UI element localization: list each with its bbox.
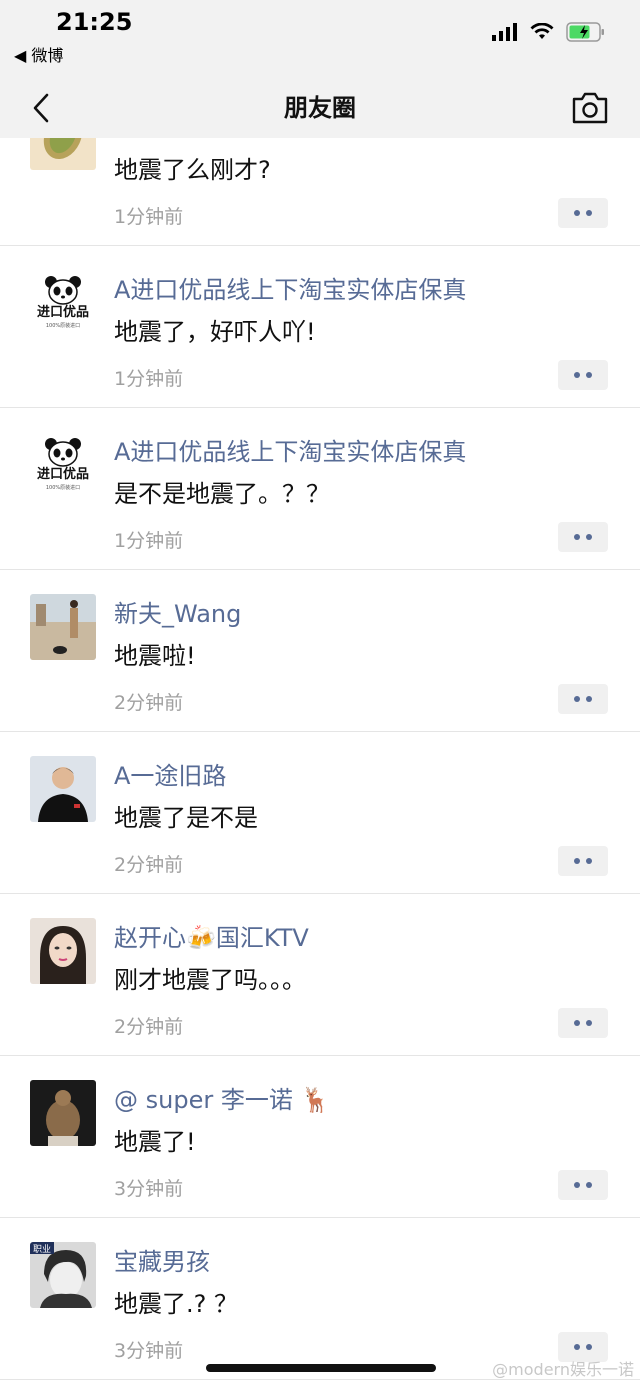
avatar[interactable] [30, 1080, 96, 1146]
watermark: @modern娱乐一诺 [492, 1360, 634, 1379]
moment-item: 进口优品 100%原装进口 A进口优品线上下淘宝实体店保真 是不是地震了。？？ … [0, 408, 640, 570]
moment-item: 进口优品 100%原装进口 A进口优品线上下淘宝实体店保真 地震了，好吓人吖! … [0, 246, 640, 408]
moment-text: 地震了.? ？ [114, 1290, 238, 1318]
dot-icon [574, 372, 580, 378]
moment-nickname[interactable]: 宝藏男孩 [114, 1242, 210, 1277]
more-button[interactable] [558, 198, 608, 228]
status-bar: 21:25 ◀ 微博 [0, 0, 640, 80]
moment-text: 地震了么刚才? [114, 156, 271, 184]
avatar[interactable]: 进口优品 100%原装进口 [30, 432, 96, 498]
avatar[interactable] [30, 918, 96, 984]
avatar[interactable]: 职业 [30, 1242, 96, 1308]
moment-nickname[interactable]: A进口优品线上下淘宝实体店保真 [114, 270, 466, 305]
svg-text:进口优品: 进口优品 [37, 304, 89, 320]
moment-time: 3分钟前 [114, 1340, 184, 1362]
more-button[interactable] [558, 846, 608, 876]
moment-time: 3分钟前 [114, 1178, 184, 1200]
status-time: 21:25 [56, 8, 133, 36]
dot-icon [574, 696, 580, 702]
more-button[interactable] [558, 522, 608, 552]
wifi-icon [530, 23, 554, 39]
moments-feed: 地震了么刚才? 1分钟前 进口优品 100%原装进口 A进口优品线上下淘宝实体店… [0, 138, 640, 1386]
moment-time: 1分钟前 [114, 368, 184, 390]
avatar[interactable] [30, 756, 96, 822]
moment-time: 2分钟前 [114, 692, 184, 714]
dot-icon [574, 210, 580, 216]
avatar[interactable]: 进口优品 100%原装进口 [30, 270, 96, 336]
home-indicator[interactable] [206, 1364, 436, 1372]
moment-text: 地震了，好吓人吖! [114, 318, 316, 346]
dot-icon [586, 210, 592, 216]
moment-nickname[interactable]: 新夫_Wang [114, 594, 241, 629]
moment-text: 地震了! [114, 1128, 196, 1156]
svg-text:100%原装进口: 100%原装进口 [46, 484, 80, 491]
moment-item: A一途旧路 地震了是不是 2分钟前 [0, 732, 640, 894]
moment-item: 新夫_Wang 地震啦! 2分钟前 [0, 570, 640, 732]
dot-icon [574, 1344, 580, 1350]
page-title: 朋友圈 [284, 94, 356, 122]
svg-text:100%原装进口: 100%原装进口 [46, 322, 80, 329]
dot-icon [574, 534, 580, 540]
moment-time: 2分钟前 [114, 854, 184, 876]
more-button[interactable] [558, 684, 608, 714]
cellular-signal-icon [492, 23, 517, 41]
more-button[interactable] [558, 360, 608, 390]
moment-item: 赵开心🍻国汇KTV 刚才地震了吗。。。 2分钟前 [0, 894, 640, 1056]
avatar[interactable] [30, 138, 96, 170]
moment-text: 地震啦! [114, 642, 196, 670]
more-button[interactable] [558, 1008, 608, 1038]
moment-time: 1分钟前 [114, 206, 184, 228]
camera-button[interactable] [570, 90, 610, 126]
moment-text: 是不是地震了。？？ [114, 480, 330, 508]
dot-icon [574, 1020, 580, 1026]
dot-icon [586, 1020, 592, 1026]
more-button[interactable] [558, 1170, 608, 1200]
dot-icon [586, 1182, 592, 1188]
nav-bar: 朋友圈 [0, 80, 640, 138]
avatar[interactable] [30, 594, 96, 660]
back-to-app-link[interactable]: ◀ 微博 [14, 42, 63, 66]
moment-nickname[interactable]: @ super 李一诺 🦌 [114, 1080, 330, 1115]
svg-text:进口优品: 进口优品 [37, 466, 89, 482]
dot-icon [586, 534, 592, 540]
moment-nickname[interactable]: A进口优品线上下淘宝实体店保真 [114, 432, 466, 467]
moment-item: @ super 李一诺 🦌 地震了! 3分钟前 [0, 1056, 640, 1218]
moment-nickname[interactable]: A一途旧路 [114, 756, 226, 791]
moment-nickname[interactable]: 赵开心🍻国汇KTV [114, 918, 309, 953]
status-icons [492, 22, 606, 42]
moment-text: 地震了是不是 [114, 804, 258, 832]
moment-time: 2分钟前 [114, 1016, 184, 1038]
moment-text: 刚才地震了吗。。。 [114, 966, 306, 994]
dot-icon [586, 696, 592, 702]
moment-time: 1分钟前 [114, 530, 184, 552]
dot-icon [586, 858, 592, 864]
dot-icon [574, 1182, 580, 1188]
battery-charging-icon [566, 22, 604, 42]
svg-text:职业: 职业 [33, 1244, 51, 1255]
dot-icon [586, 1344, 592, 1350]
dot-icon [574, 858, 580, 864]
moment-item: 地震了么刚才? 1分钟前 [0, 138, 640, 246]
dot-icon [586, 372, 592, 378]
camera-icon [572, 92, 608, 124]
